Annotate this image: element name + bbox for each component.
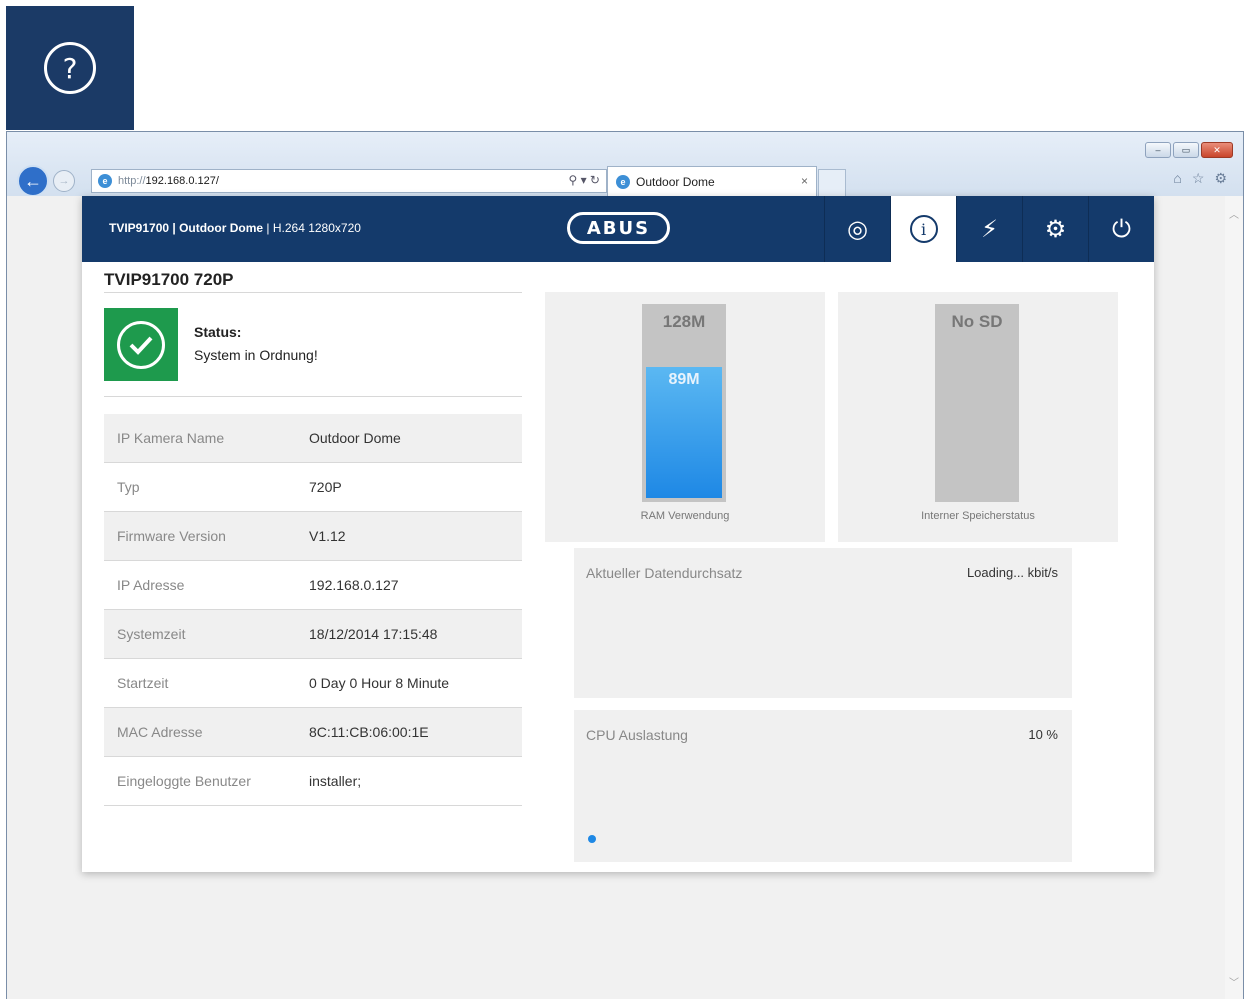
page-viewport: ︿ ﹀ TVIP91700 | Outdoor Dome | H.264 128… bbox=[7, 196, 1243, 999]
app-header: TVIP91700 | Outdoor Dome | H.264 1280x72… bbox=[82, 196, 1154, 262]
browser-toolbar-icons: ⌂ ☆ ⚙ bbox=[1173, 170, 1227, 187]
info-row: IP Kamera Name Outdoor Dome bbox=[104, 414, 522, 463]
info-key: Typ bbox=[117, 479, 140, 495]
info-value: V1.12 bbox=[309, 528, 346, 544]
camera-model: TVIP91700 | Outdoor Dome bbox=[109, 221, 264, 235]
divider bbox=[104, 292, 522, 293]
info-value: 720P bbox=[309, 479, 342, 495]
info-key: MAC Adresse bbox=[117, 724, 203, 740]
url-host: 192.168.0.127/ bbox=[145, 175, 219, 187]
browser-window: – ▭ ✕ ⌂ ☆ ⚙ ← → e http:// 192.168.0.127/… bbox=[6, 131, 1244, 999]
info-key: IP Adresse bbox=[117, 577, 185, 593]
gear-icon[interactable]: ⚙ bbox=[1214, 170, 1227, 187]
address-bar[interactable]: e http:// 192.168.0.127/ ⚲ ▾ ↻ bbox=[91, 169, 607, 193]
cpu-graph-point bbox=[588, 835, 596, 843]
url-prefix: http:// bbox=[118, 175, 146, 187]
ie-page-icon: e bbox=[98, 174, 112, 188]
live-view-button[interactable]: ◎ bbox=[824, 196, 890, 262]
magic-wand-icon: ⚡ bbox=[981, 215, 998, 243]
throughput-value: Loading... kbit/s bbox=[966, 565, 1058, 580]
info-value: 0 Day 0 Hour 8 Minute bbox=[309, 675, 450, 691]
ram-used-fill: 89M bbox=[646, 367, 722, 498]
camera-lens-icon: ◎ bbox=[847, 215, 868, 243]
info-row: Startzeit 0 Day 0 Hour 8 Minute bbox=[104, 659, 522, 708]
status-indicator bbox=[104, 308, 178, 381]
storage-caption: Interner Speicherstatus bbox=[921, 510, 1035, 522]
info-key: Systemzeit bbox=[117, 626, 186, 642]
gears-icon: ⚙ bbox=[1044, 215, 1067, 243]
info-row: MAC Adresse 8C:11:CB:06:00:1E bbox=[104, 708, 522, 757]
cpu-panel: CPU Auslastung 10 % bbox=[574, 710, 1072, 862]
abus-logo: ABUS bbox=[567, 212, 670, 244]
info-key: Startzeit bbox=[117, 675, 169, 691]
close-tab-icon[interactable]: × bbox=[801, 174, 808, 188]
checkmark-icon bbox=[117, 320, 165, 369]
info-row: Typ 720P bbox=[104, 463, 522, 512]
close-window-button[interactable]: ✕ bbox=[1201, 142, 1233, 158]
help-tile[interactable]: ? bbox=[6, 6, 134, 130]
wizard-button[interactable]: ⚡ bbox=[956, 196, 1022, 262]
ram-usage-panel: 128M 89M RAM Verwendung bbox=[545, 292, 825, 542]
vertical-scrollbar[interactable]: ︿ ﹀ bbox=[1225, 196, 1243, 999]
camera-web-app: TVIP91700 | Outdoor Dome | H.264 1280x72… bbox=[82, 196, 1154, 872]
browser-chrome: – ▭ ✕ ⌂ ☆ ⚙ ← → e http:// 192.168.0.127/… bbox=[7, 132, 1243, 197]
power-icon: ⏻ bbox=[1112, 215, 1131, 243]
forward-button[interactable]: → bbox=[53, 170, 75, 192]
camera-model-line: TVIP91700 | Outdoor Dome | H.264 1280x72… bbox=[109, 221, 361, 235]
info-row: Systemzeit 18/12/2014 17:15:48 bbox=[104, 610, 522, 659]
info-value: Outdoor Dome bbox=[309, 430, 401, 446]
storage-status-panel: No SD Interner Speicherstatus bbox=[838, 292, 1118, 542]
info-value: 18/12/2014 17:15:48 bbox=[309, 626, 438, 642]
minimize-button[interactable]: – bbox=[1145, 142, 1171, 158]
status-label: Status: bbox=[194, 324, 242, 340]
throughput-title: Aktueller Datendurchsatz bbox=[586, 565, 743, 581]
page-title: TVIP91700 720P bbox=[104, 270, 234, 289]
browser-tab[interactable]: e Outdoor Dome × bbox=[607, 166, 817, 196]
ram-usage-bar: 128M 89M bbox=[642, 304, 726, 502]
cpu-title: CPU Auslastung bbox=[586, 727, 688, 743]
throughput-panel: Aktueller Datendurchsatz Loading... kbit… bbox=[574, 548, 1072, 698]
scroll-down-icon[interactable]: ﹀ bbox=[1229, 974, 1239, 989]
maximize-button[interactable]: ▭ bbox=[1173, 142, 1199, 158]
ram-caption: RAM Verwendung bbox=[640, 510, 730, 522]
camera-info-table: IP Kamera Name Outdoor Dome Typ 720P Firmw… bbox=[104, 414, 522, 806]
info-value: 192.168.0.127 bbox=[309, 577, 399, 593]
home-icon[interactable]: ⌂ bbox=[1173, 170, 1181, 187]
info-value: installer; bbox=[309, 773, 362, 789]
new-tab-button[interactable] bbox=[818, 169, 846, 196]
settings-button[interactable]: ⚙ bbox=[1022, 196, 1088, 262]
status-text: System in Ordnung! bbox=[194, 347, 318, 363]
back-button[interactable]: ← bbox=[17, 165, 49, 197]
info-row: IP Adresse 192.168.0.127 bbox=[104, 561, 522, 610]
divider bbox=[104, 396, 522, 397]
help-icon: ? bbox=[44, 42, 96, 94]
search-refresh-icons[interactable]: ⚲ ▾ ↻ bbox=[568, 173, 600, 187]
logout-button[interactable]: ⏻ bbox=[1088, 196, 1154, 262]
stream-info: | H.264 1280x720 bbox=[266, 221, 361, 235]
tab-page-icon: e bbox=[616, 174, 630, 189]
ram-used-label: 89M bbox=[668, 371, 700, 388]
scroll-up-icon[interactable]: ︿ bbox=[1229, 206, 1239, 221]
info-key: Eingeloggte Benutzer bbox=[117, 773, 251, 789]
info-key: Firmware Version bbox=[117, 528, 226, 544]
storage-bar: No SD bbox=[935, 304, 1019, 502]
info-row: Eingeloggte Benutzer installer; bbox=[104, 757, 522, 806]
window-controls: – ▭ ✕ bbox=[1145, 142, 1233, 158]
sd-status-label: No SD bbox=[951, 312, 1003, 331]
info-value: 8C:11:CB:06:00:1E bbox=[309, 724, 429, 740]
info-key: IP Kamera Name bbox=[117, 430, 225, 446]
info-row: Firmware Version V1.12 bbox=[104, 512, 522, 561]
favorites-star-icon[interactable]: ☆ bbox=[1192, 170, 1205, 187]
ram-total-label: 128M bbox=[662, 312, 706, 331]
tab-title: Outdoor Dome bbox=[636, 174, 715, 189]
cpu-value: 10 % bbox=[1028, 727, 1058, 742]
info-button[interactable]: i bbox=[890, 196, 956, 262]
info-icon: i bbox=[909, 215, 938, 243]
